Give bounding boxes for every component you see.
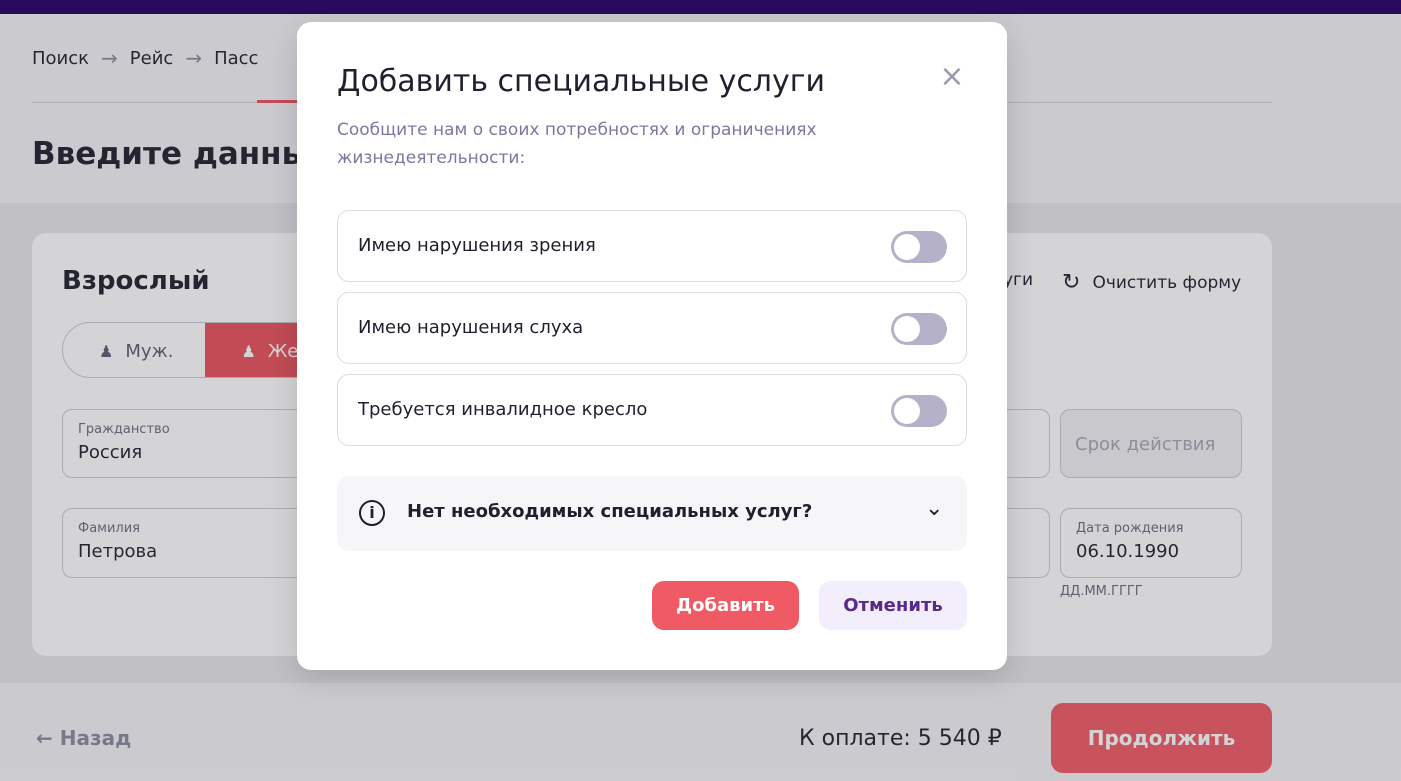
service-wheelchair: Требуется инвалидное кресло (337, 374, 967, 446)
toggle-knob (894, 398, 920, 424)
modal-subtitle: Сообщите нам о своих потребностях и огра… (337, 120, 817, 168)
info-icon: i (359, 500, 385, 526)
service-hearing: Имею нарушения слуха (337, 292, 967, 364)
add-button[interactable]: Добавить (652, 581, 799, 630)
service-wheelchair-label: Требуется инвалидное кресло (358, 399, 648, 420)
no-services-accordion[interactable]: i Нет необходимых специальных услуг? ⌄ (337, 476, 967, 551)
service-vision: Имею нарушения зрения (337, 210, 967, 282)
cancel-button[interactable]: Отменить (819, 581, 967, 630)
no-services-question: Нет необходимых специальных услуг? (407, 501, 813, 522)
chevron-down-icon: ⌄ (925, 496, 944, 521)
service-vision-toggle[interactable] (891, 231, 947, 263)
service-vision-label: Имею нарушения зрения (358, 235, 596, 256)
modal-title: Добавить специальные услуги (337, 64, 825, 99)
service-wheelchair-toggle[interactable] (891, 395, 947, 427)
service-hearing-label: Имею нарушения слуха (358, 317, 584, 338)
close-icon[interactable]: × (937, 62, 967, 92)
toggle-knob (894, 316, 920, 342)
toggle-knob (894, 234, 920, 260)
service-hearing-toggle[interactable] (891, 313, 947, 345)
special-services-modal: Добавить специальные услуги × Сообщите н… (297, 22, 1007, 670)
top-bar (0, 0, 1401, 14)
